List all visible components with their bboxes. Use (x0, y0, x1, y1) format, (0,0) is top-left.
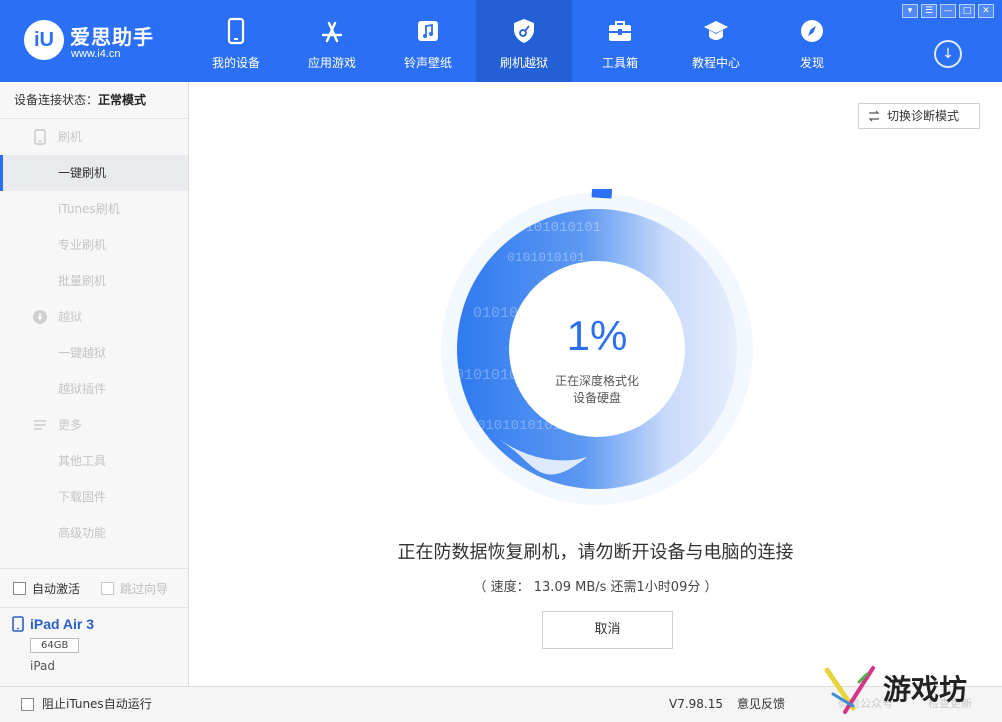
skin-button[interactable]: ▾ (902, 4, 918, 18)
connection-status-label: 设备连接状态： (14, 93, 99, 107)
sidebar-group-flash: 刷机 (0, 119, 188, 155)
nav-label: 刷机越狱 (499, 56, 548, 70)
progress-subtext: 正在深度格式化 设备硬盘 (512, 373, 682, 407)
block-itunes-checkbox[interactable] (21, 698, 34, 711)
compass-icon (801, 20, 823, 42)
binary-text: 0101010101 (507, 250, 585, 265)
minimize-button[interactable]: — (940, 4, 956, 18)
auto-activate-label: 自动激活 (32, 582, 81, 596)
ipad-icon (12, 616, 24, 632)
flash-status-message: 正在防数据恢复刷机，请勿断开设备与电脑的连接 (397, 542, 794, 563)
phone-outline-icon (34, 129, 46, 145)
sidebar-item-itunes-flash[interactable]: iTunes刷机 (0, 191, 188, 227)
sidebar: 设备连接状态：正常模式 刷机 一键刷机 iTunes刷机 专业刷机 批量刷机 越… (0, 82, 189, 686)
maximize-button[interactable]: □ (959, 4, 975, 18)
app-header: iU 爱思助手 www.i4.cn 我的设备 应用游戏 铃声壁纸 刷机越狱 工具… (0, 0, 1002, 82)
connection-status-value: 正常模式 (98, 93, 147, 107)
menu-button[interactable]: ☰ (921, 4, 937, 18)
skip-guide-checkbox[interactable] (101, 582, 114, 595)
sidebar-item-one-click-flash[interactable]: 一键刷机 (0, 155, 188, 191)
sidebar-item-batch-flash[interactable]: 批量刷机 (0, 263, 188, 299)
progress-percent: 1% (566, 312, 628, 359)
phone-icon (227, 17, 245, 45)
device-card[interactable]: iPad Air 3 64GB iPad (0, 608, 188, 686)
diag-button-label: 切换诊断模式 (887, 109, 960, 123)
nav-label: 铃声壁纸 (403, 56, 452, 70)
connection-status: 设备连接状态：正常模式 (0, 82, 188, 119)
feedback-link[interactable]: 意见反馈 (737, 687, 785, 721)
nav-discover[interactable]: 发现 (764, 0, 860, 82)
progress-subtext-line-2: 设备硬盘 (572, 391, 621, 405)
nav-label: 教程中心 (691, 56, 740, 70)
nav-label: 我的设备 (211, 56, 260, 70)
group-label: 更多 (58, 418, 83, 432)
nav-my-device[interactable]: 我的设备 (188, 0, 284, 82)
switch-diagnostic-mode-button[interactable]: 切换诊断模式 (858, 103, 980, 129)
toolbox-icon (609, 21, 631, 41)
auto-activate-checkbox[interactable] (13, 582, 26, 595)
logo-url: www.i4.cn (71, 48, 121, 60)
logo-name: 爱思助手 (70, 25, 154, 49)
group-label: 越狱 (58, 310, 83, 324)
nav-label: 工具箱 (601, 56, 638, 70)
music-note-icon (418, 21, 438, 41)
watermark-logo-icon (824, 666, 875, 714)
main-nav: 我的设备 应用游戏 铃声壁纸 刷机越狱 工具箱 教程中心 发现 (188, 0, 860, 82)
sidebar-item-download-firmware[interactable]: 下载固件 (0, 479, 188, 515)
sidebar-item-jailbreak-plugins[interactable]: 越狱插件 (0, 371, 188, 407)
sidebar-menu: 刷机 一键刷机 iTunes刷机 专业刷机 批量刷机 越狱 一键越狱 越狱插件 … (0, 119, 188, 551)
nav-tutorials[interactable]: 教程中心 (668, 0, 764, 82)
jailbreak-icon (33, 310, 47, 324)
nav-apps-games[interactable]: 应用游戏 (284, 0, 380, 82)
list-icon (34, 420, 46, 430)
sidebar-options: 自动激活 跳过向导 (0, 568, 188, 608)
sidebar-item-pro-flash[interactable]: 专业刷机 (0, 227, 188, 263)
group-label: 刷机 (58, 130, 83, 144)
download-icon[interactable]: ↓ (934, 40, 962, 68)
window-controls: ▾ ☰ — □ ✕ (902, 4, 994, 18)
nav-label: 发现 (799, 56, 824, 70)
progress-subtext-line-1: 正在深度格式化 (554, 374, 639, 388)
sidebar-item-one-click-jailbreak[interactable]: 一键越狱 (0, 335, 188, 371)
nav-toolbox[interactable]: 工具箱 (572, 0, 668, 82)
close-button[interactable]: ✕ (978, 4, 994, 18)
sidebar-item-advanced[interactable]: 高级功能 (0, 515, 188, 551)
device-capacity-badge: 64GB (30, 638, 80, 653)
device-name: iPad Air 3 (30, 616, 95, 632)
sidebar-item-other-tools[interactable]: 其他工具 (0, 443, 188, 479)
site-watermark: 游戏坊 (823, 664, 999, 718)
nav-flash-jailbreak[interactable]: 刷机越狱 (476, 0, 572, 82)
main-panel: 切换诊断模式 0101010101 0101010101 0101010101 … (189, 82, 1002, 686)
app-logo: iU 爱思助手 www.i4.cn (24, 20, 174, 64)
sidebar-group-more: 更多 (0, 407, 188, 443)
watermark-text: 游戏坊 (883, 673, 968, 706)
device-type: iPad (30, 659, 56, 673)
shield-key-icon (514, 19, 534, 43)
block-itunes-label: 阻止iTunes自动运行 (42, 697, 152, 711)
nav-ringtones-wallpapers[interactable]: 铃声壁纸 (380, 0, 476, 82)
progress-marker (591, 189, 613, 199)
app-store-icon (321, 21, 343, 43)
sidebar-group-jailbreak: 越狱 (0, 299, 188, 335)
version-label: V7.98.15 (669, 697, 724, 711)
skip-guide-label: 跳过向导 (120, 582, 169, 596)
flash-speed-remaining: （ 速度： 13.09 MB/s 还需1小时09分 ） (473, 580, 718, 595)
cancel-button[interactable]: 取消 (542, 611, 673, 649)
nav-label: 应用游戏 (307, 56, 356, 70)
logo-mark: iU (24, 20, 64, 60)
swap-arrows-icon (868, 110, 880, 122)
graduation-cap-icon (704, 21, 728, 40)
